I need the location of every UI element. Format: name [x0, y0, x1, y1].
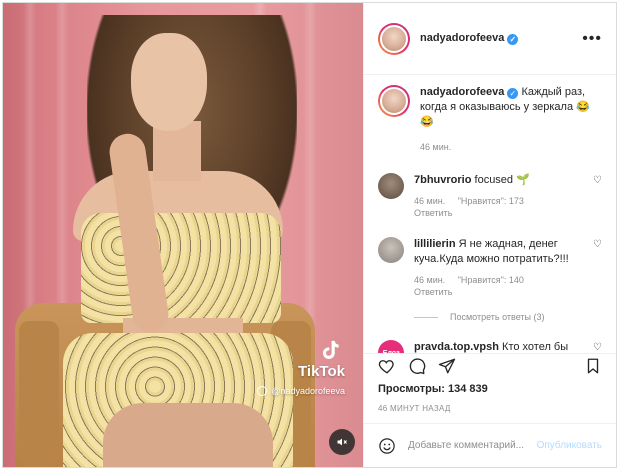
tiktok-handle-text: @nadyadorofeeva	[271, 386, 345, 396]
floral-top	[81, 213, 281, 323]
post-timestamp: 46 МИНУТ НАЗАД	[378, 404, 451, 413]
comment-meta: 46 мин. "Нравится": 140 Ответить	[414, 274, 588, 298]
heart-icon[interactable]: ♡	[588, 342, 602, 353]
bookmark-icon[interactable]	[584, 357, 602, 380]
comment-avatar[interactable]	[378, 173, 404, 199]
verified-badge-icon: ✓	[507, 88, 519, 99]
comment-item: lillilierin Я не жадная, денег куча.Куда…	[378, 237, 602, 298]
comment-time: 46 мин.	[414, 196, 446, 206]
comment-bubble-icon[interactable]	[408, 357, 426, 380]
comment-item: 7bhuvrorio focused 🌱 46 мин. "Нравится":…	[378, 173, 602, 219]
author-username-text[interactable]: nadyadorofeeva	[420, 32, 504, 44]
comments-list[interactable]: nadyadorofeeva ✓ Каждый раз, когда я оказ…	[364, 75, 616, 353]
heart-icon[interactable]: ♡	[588, 239, 602, 298]
action-bar	[364, 353, 616, 383]
comment-item: Блог pravda.top.vpsh Кто хотел бы быть н…	[378, 340, 602, 353]
tiktok-handle-icon	[257, 386, 268, 396]
face	[131, 33, 207, 131]
comment-input[interactable]: Добавьте комментарий...	[408, 440, 524, 451]
post-video[interactable]: TikTok @nadyadorofeeva	[3, 3, 363, 467]
comment-body: 7bhuvrorio focused 🌱 46 мин. "Нравится":…	[414, 173, 588, 219]
comment-avatar[interactable]	[378, 237, 404, 263]
author-username[interactable]: nadyadorofeeva ✓	[420, 32, 519, 45]
comment-likes[interactable]: "Нравится": 173	[458, 196, 524, 206]
tiktok-handle: @nadyadorofeeva	[257, 386, 345, 396]
tiktok-watermark: TikTok @nadyadorofeeva	[257, 339, 345, 396]
comment-likes[interactable]: "Нравится": 140	[458, 275, 524, 285]
comment-text: focused 🌱	[474, 174, 530, 186]
post-comment-button[interactable]: Опубликовать	[537, 440, 602, 451]
views-count[interactable]: Просмотры: 134 839	[378, 383, 488, 395]
more-options-icon[interactable]: •••	[582, 30, 602, 48]
reply-button[interactable]: Ответить	[414, 208, 452, 218]
add-comment-bar: Добавьте комментарий... Опубликовать	[364, 423, 616, 467]
like-heart-icon[interactable]	[378, 357, 396, 380]
caption-time: 46 мин.	[420, 142, 452, 152]
comment-avatar[interactable]: Блог	[378, 340, 404, 353]
emoji-icon[interactable]	[378, 437, 396, 455]
instagram-post: TikTok @nadyadorofeeva nadyadorofeeva ✓ •…	[2, 2, 617, 468]
chair-arm	[19, 321, 59, 467]
comment-username[interactable]: 7bhuvrorio	[414, 174, 471, 186]
author-avatar[interactable]	[378, 22, 410, 55]
replies-divider	[414, 316, 438, 318]
tiktok-name: TikTok	[298, 363, 345, 380]
views-label: Просмотры:	[378, 383, 445, 395]
tiktok-logo-icon	[319, 339, 341, 361]
comment-body: lillilierin Я не жадная, денег куча.Куда…	[414, 237, 588, 298]
post-sidebar: nadyadorofeeva ✓ ••• nadyadorofeeva ✓ Кажд…	[363, 3, 616, 467]
comment-meta: 46 мин. "Нравится": 173 Ответить	[414, 195, 588, 219]
view-replies-button[interactable]: Посмотреть ответы (3)	[414, 312, 602, 322]
caption-avatar[interactable]	[378, 85, 410, 117]
legs	[103, 403, 273, 467]
comment-username[interactable]: pravda.top.vpsh	[414, 341, 499, 353]
volume-mute-icon[interactable]	[329, 429, 355, 455]
reply-button[interactable]: Ответить	[414, 287, 452, 297]
heart-icon[interactable]: ♡	[588, 175, 602, 219]
share-paper-plane-icon[interactable]	[438, 357, 456, 380]
post-header: nadyadorofeeva ✓ •••	[364, 3, 616, 75]
caption: nadyadorofeeva ✓ Каждый раз, когда я оказ…	[378, 85, 602, 155]
verified-badge-icon: ✓	[507, 34, 519, 45]
comment-time: 46 мин.	[414, 275, 446, 285]
comment-body: pravda.top.vpsh Кто хотел бы быть на мес…	[414, 340, 588, 353]
views-value: 134 839	[447, 383, 488, 395]
view-replies-label[interactable]: Посмотреть ответы (3)	[450, 312, 545, 322]
caption-body: nadyadorofeeva ✓ Каждый раз, когда я оказ…	[420, 85, 602, 155]
caption-username[interactable]: nadyadorofeeva	[420, 86, 504, 98]
comment-username[interactable]: lillilierin	[414, 238, 456, 250]
